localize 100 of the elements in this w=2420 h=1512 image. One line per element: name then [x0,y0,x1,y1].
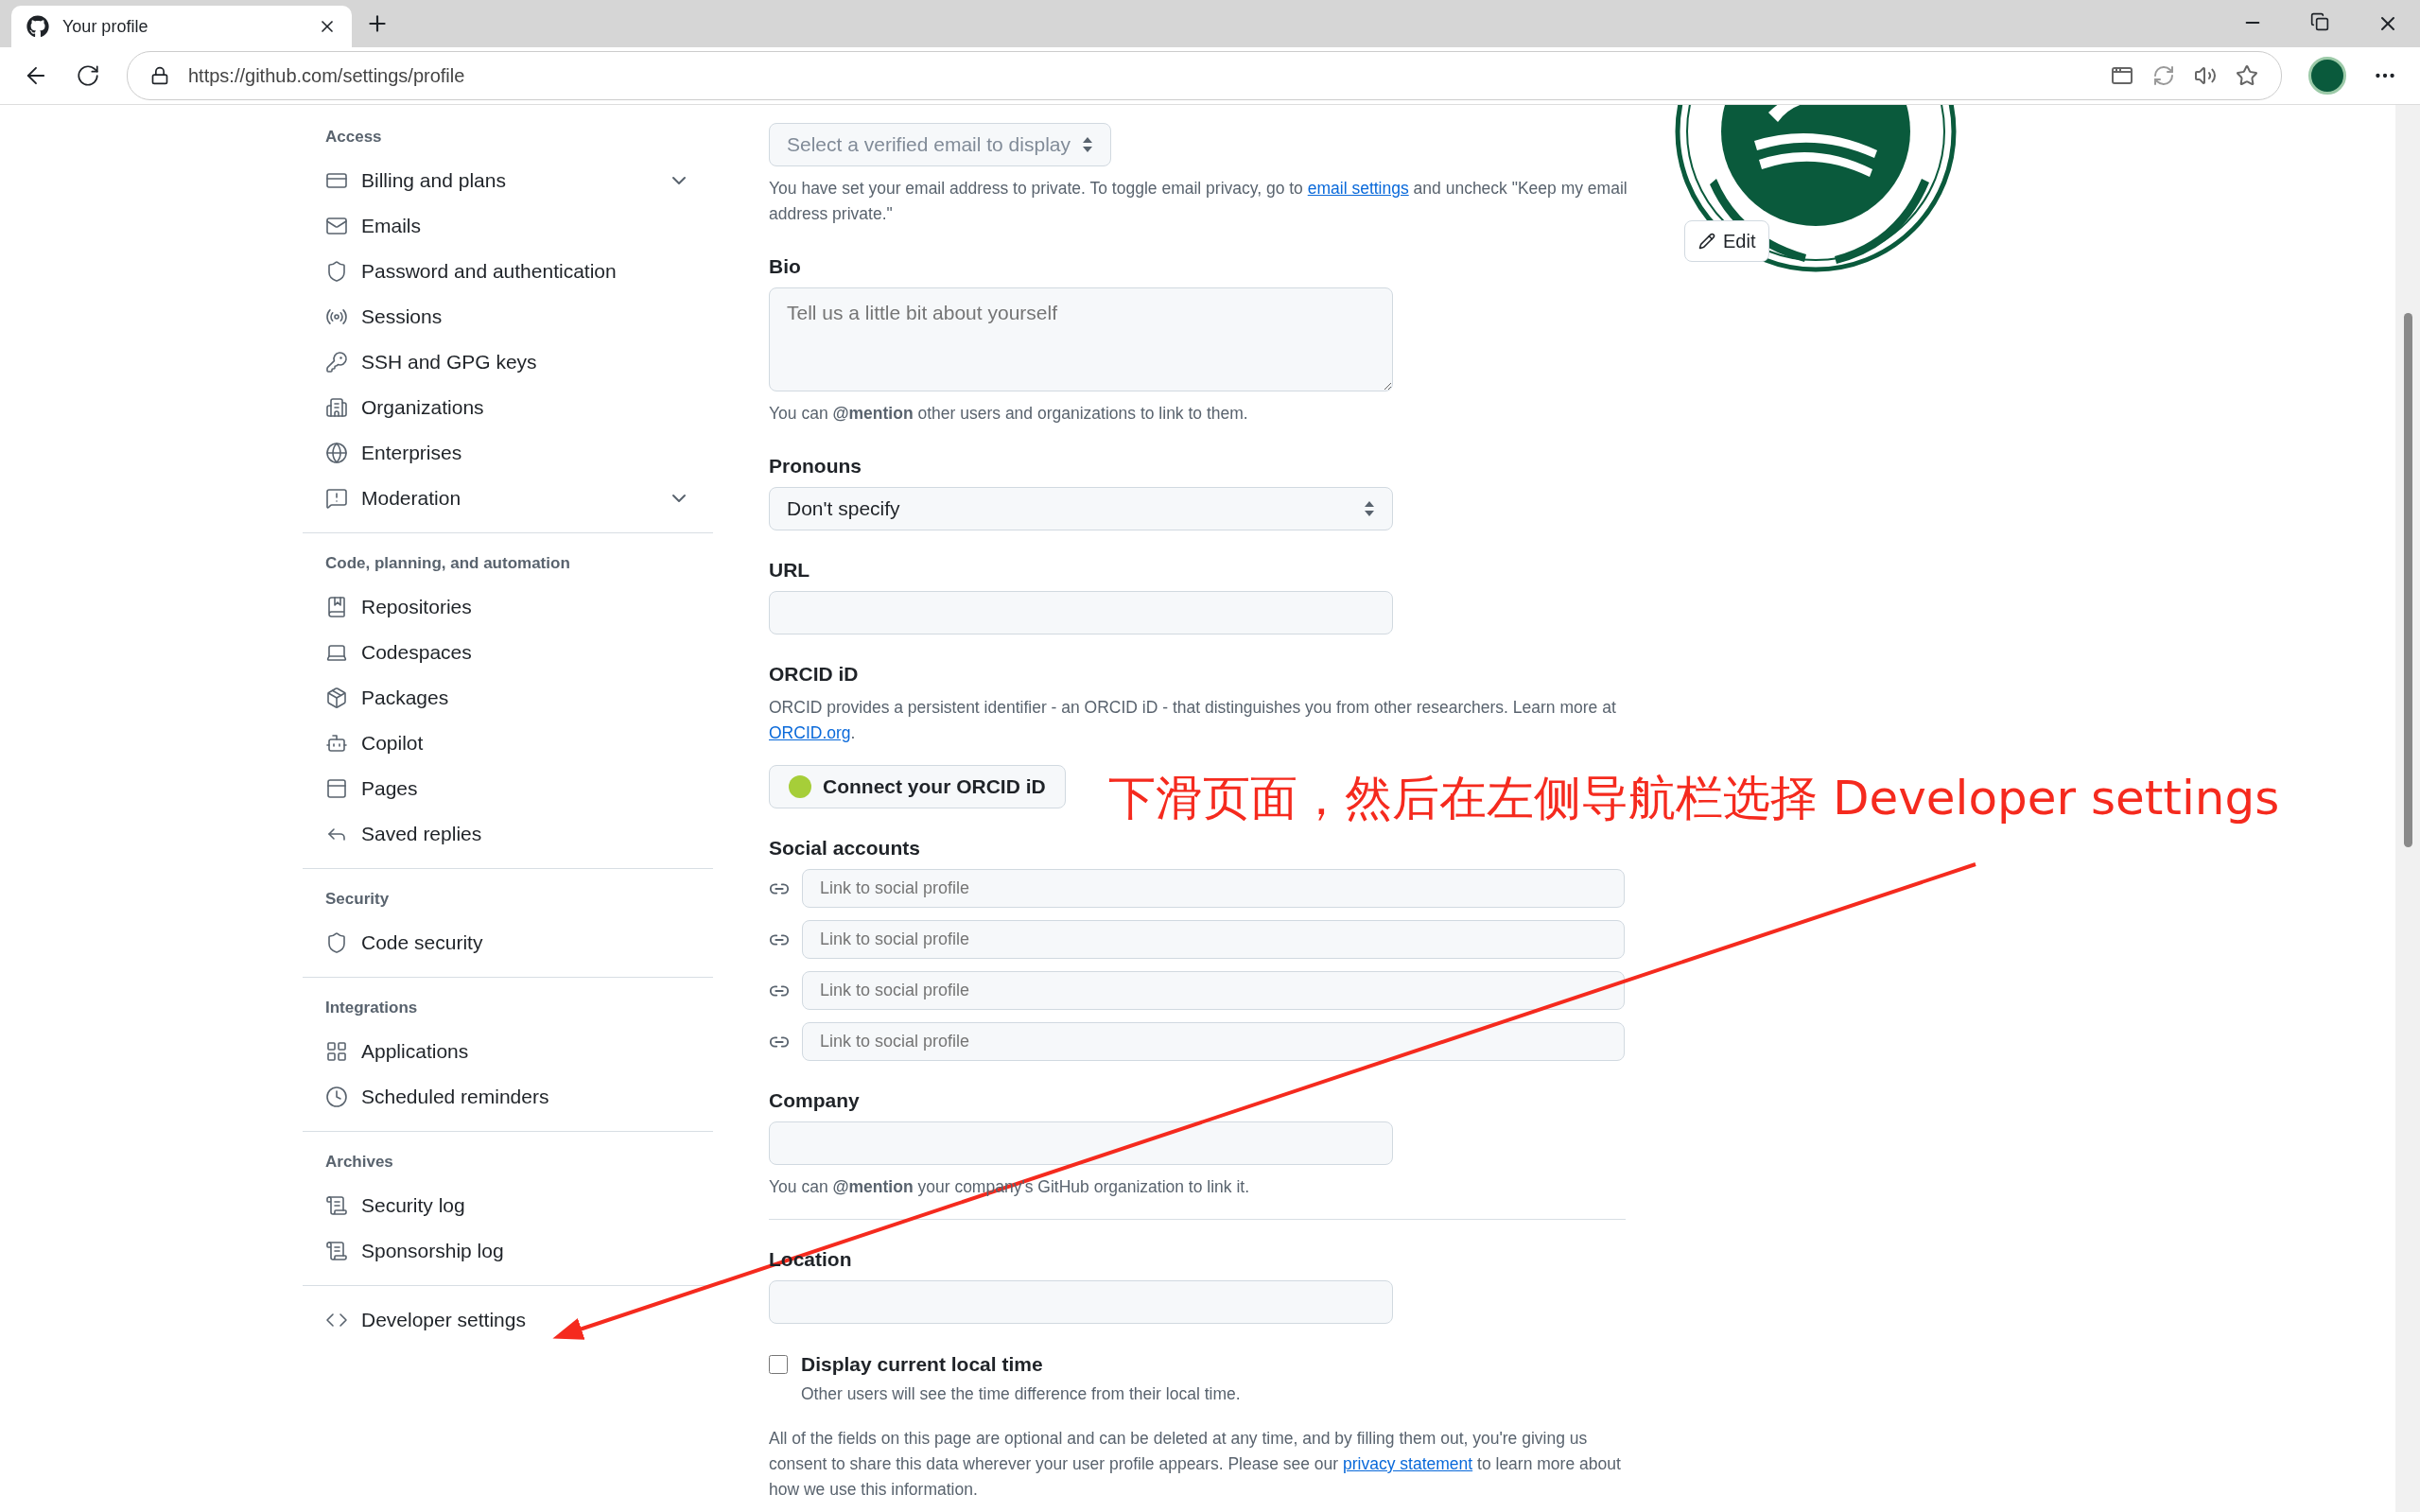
key-icon [325,351,348,374]
browser-icon [325,777,348,800]
section-heading: Code, planning, and automation [324,553,571,574]
item-label: Saved replies [361,823,483,845]
item-label: Emails [361,215,422,237]
sidebar-item[interactable]: Packages [303,675,713,721]
sidebar-item[interactable]: Sessions [303,294,713,339]
profile-avatar[interactable] [2308,57,2346,95]
field-label: Company [769,1089,860,1112]
updown-icon [1364,499,1375,518]
sidebar-item[interactable]: Sponsorship log [303,1228,713,1274]
edit-button[interactable]: Edit [1684,220,1770,262]
comment-alert-icon [325,487,348,510]
sidebar-item[interactable]: Applications [303,1029,713,1074]
speaker-icon[interactable] [2194,64,2217,87]
sidebar-item[interactable]: Emails [303,203,713,249]
social-link-field[interactable]: Link to social profile [802,971,1625,1010]
item-label: Scheduled reminders [361,1086,550,1108]
help-text: You can @mention other users and organizations to link to them. [769,403,1249,425]
restore-icon[interactable] [2310,12,2329,31]
shield-icon [325,931,348,954]
item-label: Code security [361,931,484,954]
github-icon [26,15,49,38]
sidebar-item[interactable]: Moderation [303,476,713,521]
building-icon [325,396,348,419]
sidebar-item[interactable]: Security log [303,1183,713,1228]
sidebar-item[interactable]: Organizations [303,385,713,430]
company-field[interactable] [769,1121,1393,1165]
item-label: Repositories [361,596,473,618]
sidebar-item[interactable]: Code security [303,920,713,965]
sidebar-item[interactable]: Codespaces [303,630,713,675]
sidebar-item[interactable]: Password and authentication [303,249,713,294]
sidebar-item[interactable]: Scheduled reminders [303,1074,713,1120]
social-link-field[interactable]: Link to social profile [802,869,1625,908]
social-link-field[interactable]: Link to social profile [802,920,1625,959]
checkbox-label: Display current local time [801,1353,1043,1376]
sidebar-item[interactable]: SSH and GPG keys [303,339,713,385]
lock-icon [150,66,169,85]
sidebar-item[interactable]: Enterprises [303,430,713,476]
footer-text: All of the fields on this page are optional and can be deleted at any time, and by filling them out, you're giving us consent to share this data wherever your user profile appears. Please see our privacy statement to learn more about how we use this information. [769,1428,1622,1501]
item-label: Password and authentication [361,260,618,283]
tab-title: Your profile [62,16,149,37]
apps-icon [325,1040,348,1063]
scrollbar[interactable] [2395,105,2420,1512]
field-label: URL [769,559,810,582]
item-label: Moderation [361,487,462,510]
item-label: Pages [361,777,419,800]
item-label: Packages [361,686,450,709]
orcid-icon [789,775,811,798]
reload-icon[interactable] [76,63,100,88]
orcid-link[interactable]: ORCID.org [769,723,851,742]
field-label: Bio [769,255,801,278]
clock-icon [325,1086,348,1108]
section-heading: Security [324,889,391,910]
item-label: Sponsorship log [361,1240,505,1262]
annotation-text: 下滑页面，然后在左侧导航栏选择 Developer settings [1108,770,2280,827]
help-text: Other users will see the time difference from their local time. [801,1383,1242,1405]
sidebar-item[interactable]: Developer settings [303,1297,713,1343]
item-label: Enterprises [361,442,463,464]
star-icon[interactable] [2236,64,2258,87]
shield-icon [325,260,348,283]
item-label: Security log [361,1194,466,1217]
log-icon [325,1240,348,1262]
pencil-icon [1698,233,1715,250]
browser-tab[interactable]: Your profile [11,6,352,47]
sidebar-item[interactable]: Pages [303,766,713,811]
section-heading: Archives [324,1152,394,1173]
bio-field[interactable]: Tell us a little bit about yourself [769,287,1393,391]
privacy-link[interactable]: privacy statement [1343,1454,1473,1473]
sync-icon[interactable] [2152,64,2175,87]
item-label: Sessions [361,305,444,328]
sidebar-item[interactable]: Repositories [303,584,713,630]
package-icon [325,686,348,709]
mail-icon [325,215,348,237]
address-bar[interactable]: https://github.com/settings/profile [127,51,2282,100]
item-label: SSH and GPG keys [361,351,538,374]
item-label: Developer settings [361,1309,527,1331]
item-label: Billing and plans [361,169,507,192]
globe-icon [325,442,348,464]
sidebar-item[interactable]: Copilot [303,721,713,766]
field-label: Pronouns [769,455,862,478]
section-heading: Access [324,127,383,148]
connect-orcid-button[interactable]: Connect your ORCID iD [769,765,1066,808]
robot-icon [325,732,348,755]
social-link-field[interactable]: Link to social profile [802,1022,1625,1061]
location-field[interactable] [769,1280,1393,1324]
log-icon [325,1194,348,1217]
pronouns-select[interactable]: Don't specify [769,487,1393,530]
apps-icon[interactable] [2111,64,2133,87]
item-label: Organizations [361,396,485,419]
checkbox[interactable] [769,1355,788,1374]
item-label: Codespaces [361,641,473,664]
sidebar-item[interactable]: Saved replies [303,811,713,857]
section-heading: Integrations [324,998,419,1018]
url-field[interactable] [769,591,1393,634]
updown-icon [1082,135,1093,154]
field-label: ORCID iD [769,663,859,686]
item-label: Copilot [361,732,425,755]
sidebar-item[interactable]: Billing and plans [303,158,713,203]
item-label: Applications [361,1040,470,1063]
